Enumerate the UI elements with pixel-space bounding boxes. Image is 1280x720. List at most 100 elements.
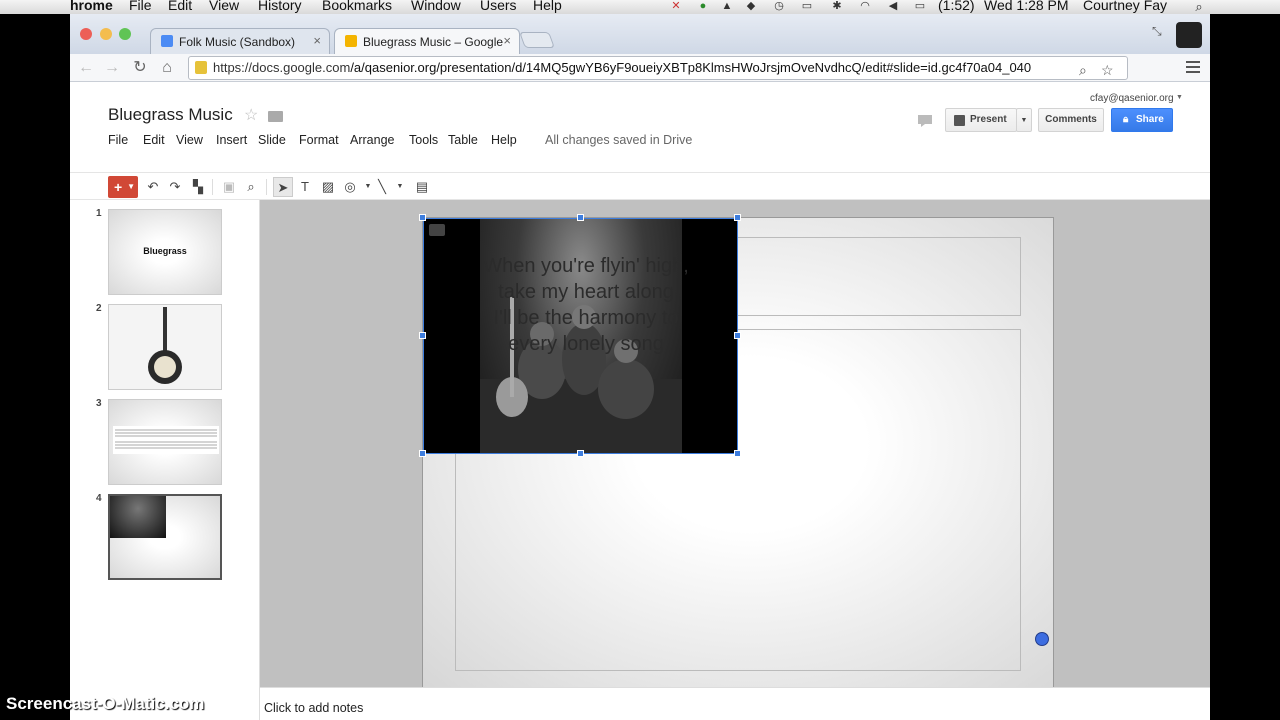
video-object[interactable]: When you're flyin' high, take my heart a… — [423, 218, 738, 454]
zoom-icon[interactable]: ⌕ — [241, 177, 261, 197]
new-slide-button[interactable]: + ▼ — [108, 176, 138, 198]
os-menu-history[interactable]: History — [258, 0, 302, 13]
account-email[interactable]: cfay@qasenior.org — [1090, 93, 1174, 104]
volume-icon[interactable]: ◀ — [886, 1, 900, 12]
dropbox-icon[interactable]: ◆ — [744, 1, 758, 12]
os-user[interactable]: Courtney Fay — [1083, 0, 1167, 13]
comment-add-icon[interactable]: ▤ — [412, 177, 432, 197]
os-menu-bookmarks[interactable]: Bookmarks — [322, 0, 392, 13]
tab-folk-music[interactable]: Folk Music (Sandbox) × — [150, 28, 330, 54]
restore-icon[interactable]: ⤡ — [1152, 24, 1162, 39]
forward-arrow-icon[interactable]: → — [102, 58, 122, 78]
resize-handle[interactable] — [734, 332, 741, 339]
slide-thumbnail-1[interactable]: Bluegrass — [108, 209, 222, 295]
new-tab-button[interactable] — [519, 32, 555, 48]
slide-canvas[interactable]: When you're flyin' high, take my heart a… — [260, 200, 1210, 691]
menu-help[interactable]: Help — [491, 133, 517, 147]
tab-bluegrass-music[interactable]: Bluegrass Music – Google × — [334, 28, 520, 54]
menu-slide[interactable]: Slide — [258, 133, 286, 147]
chevron-down-icon[interactable]: ▼ — [1176, 94, 1183, 101]
share-button[interactable]: 🔒︎ Share — [1111, 108, 1173, 132]
undo-icon[interactable]: ↶ — [143, 177, 163, 197]
document-title[interactable]: Bluegrass Music — [108, 105, 233, 125]
slide-thumbnail-3[interactable] — [108, 399, 222, 485]
notes-placeholder: Click to add notes — [264, 701, 364, 715]
sync-icon[interactable]: ● — [696, 1, 710, 12]
menu-format[interactable]: Format — [299, 133, 339, 147]
os-menu-help[interactable]: Help — [533, 0, 562, 13]
back-arrow-icon[interactable]: ← — [76, 58, 96, 78]
bluetooth-icon[interactable]: ✱ — [830, 1, 844, 12]
redo-icon[interactable]: ↷ — [165, 177, 185, 197]
reload-icon[interactable]: ↻ — [130, 58, 150, 78]
resize-handle[interactable] — [577, 214, 584, 221]
speaker-notes[interactable]: Click to add notes — [260, 687, 1210, 720]
resize-handle[interactable] — [734, 214, 741, 221]
battery-time: (1:52) — [938, 0, 975, 13]
bookmark-star-icon[interactable]: ☆ — [1101, 59, 1114, 79]
spotlight-icon[interactable]: ⌕ — [1192, 0, 1206, 13]
window-zoom-button[interactable] — [119, 28, 131, 40]
toolbar-divider — [212, 179, 213, 195]
image-icon[interactable]: ▨ — [318, 177, 338, 197]
line-icon[interactable]: ╲ — [372, 177, 392, 197]
resize-handle[interactable] — [577, 450, 584, 457]
slide-thumbnail-4[interactable] — [108, 494, 222, 580]
resize-handle[interactable] — [419, 214, 426, 221]
tab-close-icon[interactable]: × — [313, 33, 321, 48]
search-icon[interactable]: ⌕ — [1079, 59, 1087, 79]
slides-favicon-icon — [345, 35, 357, 47]
save-status[interactable]: All changes saved in Drive — [545, 133, 692, 147]
menu-tools[interactable]: Tools — [409, 133, 438, 147]
paint-format-icon[interactable]: ▚ — [188, 177, 208, 197]
menu-file[interactable]: File — [108, 133, 128, 147]
os-menu-window[interactable]: Window — [411, 0, 461, 13]
menu-insert[interactable]: Insert — [216, 133, 247, 147]
display-icon[interactable]: ▭ — [800, 1, 814, 12]
os-menu-edit[interactable]: Edit — [168, 0, 192, 13]
lyric-line: every lonely song — [508, 333, 664, 355]
chevron-down-icon[interactable]: ▼ — [390, 177, 410, 197]
wifi-icon[interactable]: ◠ — [858, 1, 872, 12]
close-icon[interactable]: ✕ — [669, 1, 683, 12]
window-close-button[interactable] — [80, 28, 92, 40]
share-label: Share — [1136, 114, 1164, 125]
menu-arrange[interactable]: Arrange — [350, 133, 394, 147]
os-menu-view[interactable]: View — [209, 0, 239, 13]
shape-icon[interactable]: ◎ — [340, 177, 360, 197]
star-icon[interactable]: ☆ — [244, 105, 258, 125]
menu-view[interactable]: View — [176, 133, 203, 147]
home-icon[interactable]: ⌂ — [157, 58, 177, 78]
tab-title: Bluegrass Music – Google — [363, 35, 504, 49]
present-button[interactable]: Present — [945, 108, 1017, 132]
drive-icon[interactable]: ▲ — [720, 1, 734, 12]
window-minimize-button[interactable] — [100, 28, 112, 40]
user-avatar[interactable] — [1176, 22, 1202, 48]
menu-edit[interactable]: Edit — [143, 133, 165, 147]
slide-filmstrip: 1 Bluegrass 2 3 4 — [70, 200, 260, 720]
resize-handle[interactable] — [734, 450, 741, 457]
chrome-menu-icon[interactable] — [1186, 61, 1200, 75]
os-menubar: hrome File Edit View History Bookmarks W… — [0, 0, 1280, 14]
video-camera-icon — [429, 224, 445, 236]
os-clock[interactable]: Wed 1:28 PM — [984, 0, 1069, 13]
resize-handle[interactable] — [419, 332, 426, 339]
resize-handle[interactable] — [419, 450, 426, 457]
folder-icon[interactable] — [268, 111, 283, 122]
time-machine-icon[interactable]: ◷ — [772, 1, 786, 12]
os-menu-users[interactable]: Users — [480, 0, 517, 13]
menu-table[interactable]: Table — [448, 133, 478, 147]
tab-close-icon[interactable]: × — [503, 33, 511, 48]
present-dropdown[interactable]: ▼ — [1016, 108, 1032, 132]
slide-thumbnail-2[interactable] — [108, 304, 222, 390]
os-menu-file[interactable]: File — [129, 0, 152, 13]
battery-icon[interactable]: ▭ — [908, 1, 932, 12]
select-cursor-icon[interactable]: ➤ — [273, 177, 293, 197]
text-box-icon[interactable]: T — [295, 177, 315, 197]
lock-icon: 🔒︎ — [1123, 114, 1129, 125]
comment-icon[interactable] — [916, 112, 934, 128]
comments-button[interactable]: Comments — [1038, 108, 1104, 132]
address-bar[interactable]: https://docs.google.com/a/qasenior.org/p… — [188, 56, 1128, 80]
fit-icon[interactable]: ▣ — [219, 177, 239, 197]
os-app-name[interactable]: hrome — [70, 0, 113, 13]
